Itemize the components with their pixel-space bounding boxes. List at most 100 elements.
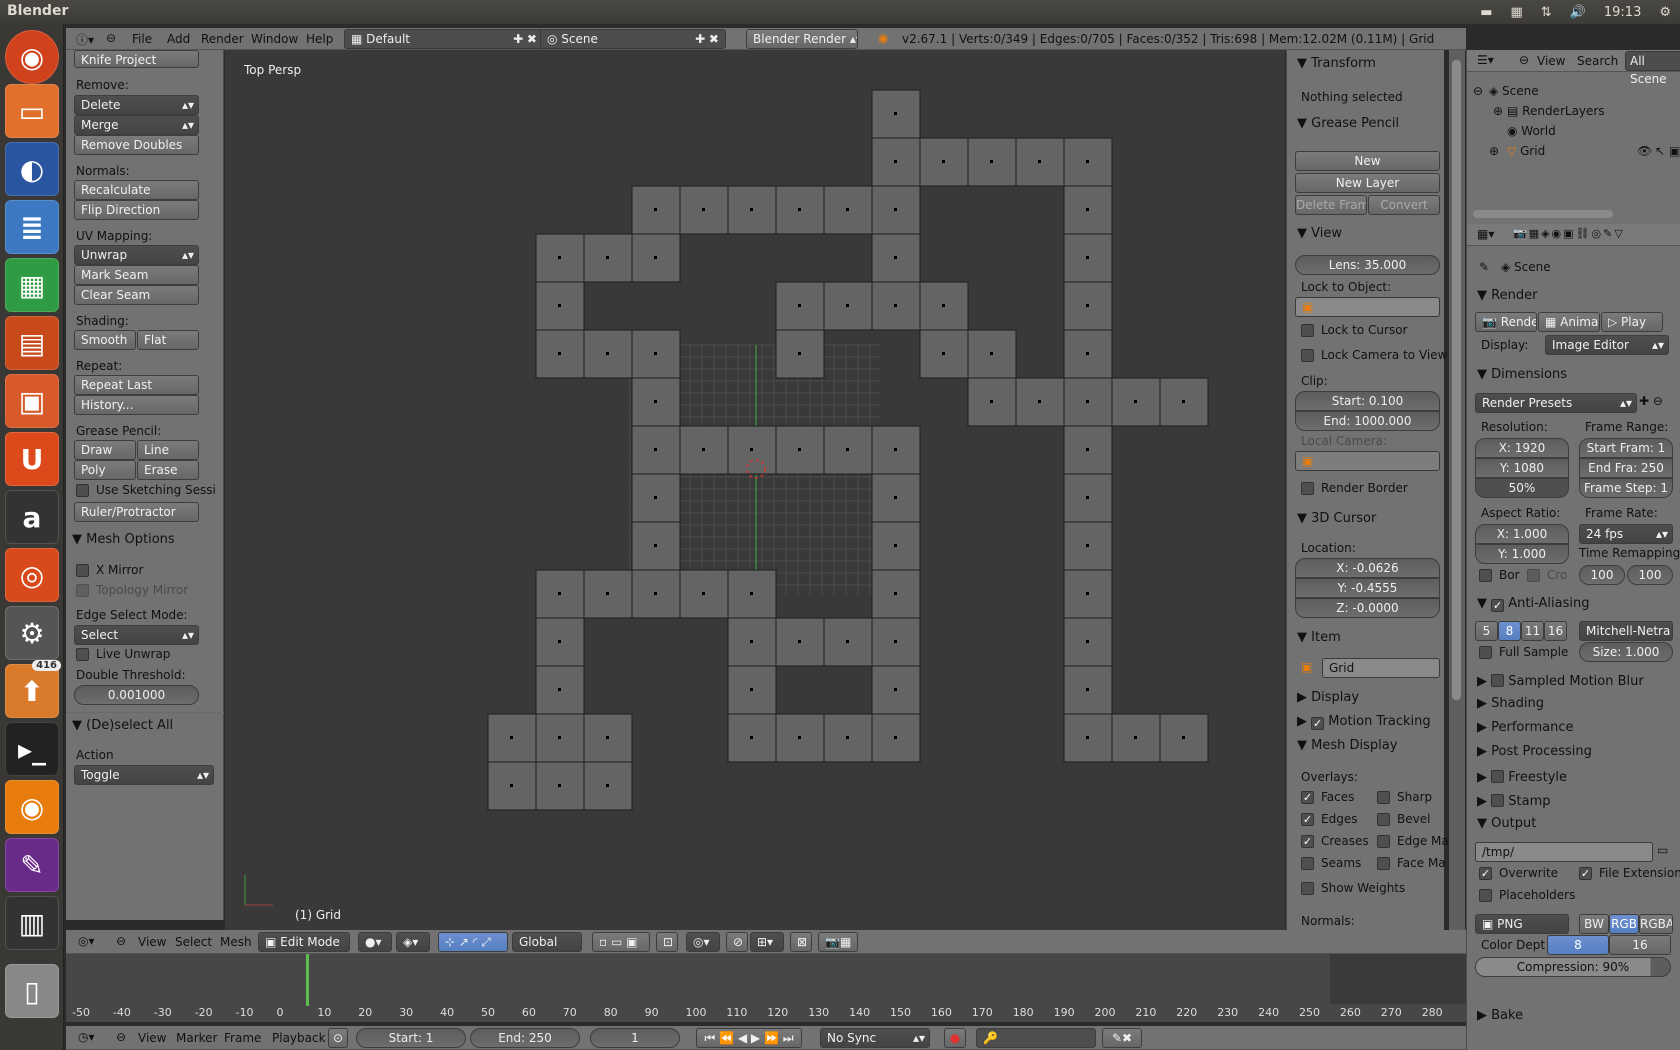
pivot-dropdown[interactable]: ◈▾ <box>396 932 430 952</box>
3d-cursor-header[interactable]: ▼ 3D Cursor <box>1297 511 1376 526</box>
scene-add-icon[interactable]: ✚ ✖ <box>695 30 719 48</box>
aa-16-button[interactable]: 16 <box>1544 621 1567 641</box>
aa-5-button[interactable]: 5 <box>1475 621 1498 641</box>
remap-old-field[interactable]: 100 <box>1579 565 1625 585</box>
render-camera-icon[interactable]: ▣ <box>1669 144 1680 158</box>
manipulator-buttons[interactable]: ⊹ ↗ ◜ ⤢ <box>438 932 508 952</box>
timeline-collapse-icon[interactable]: ⊖ <box>116 1030 126 1044</box>
volume-icon[interactable]: 🔊 <box>1570 5 1586 20</box>
unwrap-button[interactable]: Unwrap ▴▾ <box>74 245 199 265</box>
update-icon[interactable]: ⬆ 416 <box>5 660 61 718</box>
ubuntu-logo-icon[interactable]: ◉ <box>5 30 59 84</box>
start-frame-timeline-field[interactable]: Start: 1 <box>356 1028 466 1048</box>
overwrite-checkbox[interactable]: ✓ <box>1479 867 1492 880</box>
knife-project-button[interactable]: Knife Project <box>74 50 199 68</box>
record-icon[interactable]: ● <box>944 1028 966 1048</box>
ubuntu-one-icon[interactable]: U <box>5 432 59 486</box>
outliner-renderlayers[interactable]: ▤ RenderLayers <box>1507 104 1605 118</box>
full-sample-checkbox[interactable] <box>1479 646 1492 659</box>
end-frame-field[interactable]: End Fra: 250 <box>1579 458 1673 478</box>
border-checkbox[interactable] <box>1479 569 1492 582</box>
software-center-icon[interactable]: ▣ <box>5 374 59 428</box>
keyframe-insert-icons[interactable]: ✎✖ <box>1102 1028 1142 1048</box>
view3d-select-menu[interactable]: Select <box>175 935 212 949</box>
calc-icon[interactable]: ▦ <box>5 258 59 312</box>
edges-checkbox[interactable]: ✓ <box>1301 813 1314 826</box>
firefox-icon[interactable]: ◐ <box>5 142 59 196</box>
current-frame-marker[interactable] <box>306 954 309 1006</box>
cursor-z-field[interactable]: Z: -0.0000 <box>1295 598 1440 618</box>
current-frame-field[interactable]: 1 <box>590 1028 680 1048</box>
anti-aliasing-checkbox[interactable]: ✓ <box>1491 599 1505 612</box>
view3d-editor-icon[interactable]: ◎▾ <box>78 934 95 948</box>
end-frame-timeline-field[interactable]: End: 250 <box>470 1028 580 1048</box>
trash-icon[interactable]: ▯ <box>5 964 59 1018</box>
timeline[interactable]: -50 -40 -30 -20 -10 0 10 20 30 40 50 60 70 80 90 100 110… <box>66 954 1466 1022</box>
resolution-percent-field[interactable]: 50% <box>1475 478 1569 498</box>
info-editor-icon[interactable]: ⓘ▾ <box>76 31 94 48</box>
dimensions-header[interactable]: ▼ Dimensions <box>1477 367 1567 382</box>
outliner-editor-icon[interactable]: ☰▾ <box>1477 53 1494 67</box>
render-opengl-icons[interactable]: 📷▦ <box>818 932 858 952</box>
files-icon[interactable]: ▭ <box>5 84 59 138</box>
transform-header[interactable]: ▼ Transform <box>1297 56 1376 71</box>
music-icon[interactable]: ◎ <box>5 548 59 602</box>
blender-icon[interactable]: ◉ <box>5 780 59 834</box>
3d-viewport[interactable]: Top Persp (1) Grid <box>225 50 1285 930</box>
new-gp-button[interactable]: New <box>1295 151 1440 171</box>
live-unwrap-checkbox[interactable] <box>76 648 89 661</box>
start-frame-field[interactable]: Start Fram: 1 <box>1579 438 1673 458</box>
writer-icon[interactable]: ≣ <box>5 200 59 254</box>
view3d-collapse-icon[interactable]: ⊖ <box>116 934 126 948</box>
display-dropdown[interactable]: Image Editor ▴▾ <box>1545 335 1669 355</box>
props-scrollbar[interactable] <box>1449 50 1465 930</box>
clear-seam-button[interactable]: Clear Seam <box>74 285 199 305</box>
freestyle-header[interactable]: ▶ Freestyle <box>1477 768 1567 785</box>
edge-select-dropdown[interactable]: Select ▴▾ <box>74 625 199 645</box>
gear-icon[interactable]: ⚙ <box>1659 5 1671 20</box>
creases-checkbox[interactable]: ✓ <box>1301 835 1314 848</box>
timeline-playback-menu[interactable]: Playback <box>272 1031 326 1045</box>
outliner-collapse-icon[interactable]: ⊖ <box>1519 53 1529 67</box>
placeholders-checkbox[interactable] <box>1479 889 1492 902</box>
new-layer-button[interactable]: New Layer <box>1295 173 1440 193</box>
stamp-checkbox[interactable] <box>1491 794 1505 807</box>
cursor-y-field[interactable]: Y: -0.4555 <box>1295 578 1440 598</box>
select-arrow-icon[interactable]: ↖ <box>1655 144 1665 158</box>
sampled-motion-blur-header[interactable]: ▶ Sampled Motion Blur <box>1477 672 1644 689</box>
visibility-eye-icon[interactable]: 👁 <box>1637 144 1652 158</box>
rgb-button[interactable]: RGB <box>1609 914 1639 934</box>
flat-button[interactable]: Flat <box>137 330 199 350</box>
network-icon[interactable]: ⇅ <box>1541 5 1552 20</box>
pin-icon[interactable]: ✎ <box>1479 260 1489 274</box>
lock-camera-checkbox[interactable] <box>1301 349 1314 362</box>
double-threshold-field[interactable]: 0.001000 <box>74 685 199 705</box>
timeline-frame-menu[interactable]: Frame <box>224 1031 261 1045</box>
edge-marks-checkbox[interactable] <box>1377 835 1390 848</box>
motion-blur-checkbox[interactable] <box>1491 674 1505 687</box>
grease-pencil-header[interactable]: ▼ Grease Pencil <box>1297 116 1399 131</box>
mark-seam-button[interactable]: Mark Seam <box>74 265 199 285</box>
poly-button[interactable]: Poly <box>74 460 136 480</box>
toggle-dropdown[interactable]: Toggle ▴▾ <box>74 765 214 785</box>
snap-element-dropdown[interactable]: ⊞▾ <box>750 932 784 952</box>
mesh-options-header[interactable]: ▼ Mesh Options <box>72 532 175 547</box>
x-mirror-checkbox[interactable] <box>76 564 89 577</box>
clip-start-field[interactable]: Start: 0.100 <box>1295 391 1440 411</box>
bw-button[interactable]: BW <box>1579 914 1609 934</box>
proportional-dropdown[interactable]: ◎▾ <box>686 932 720 952</box>
ruler-button[interactable]: Ruler/Protractor <box>74 502 199 522</box>
keyboard-icon[interactable]: ▦ <box>1510 5 1522 20</box>
workspace-icon[interactable]: ▥ <box>5 896 59 950</box>
recalculate-button[interactable]: Recalculate <box>74 180 199 200</box>
item-name-field[interactable]: Grid <box>1322 658 1440 678</box>
aa-8-button[interactable]: 8 <box>1498 621 1521 641</box>
shading-header[interactable]: ▶ Shading <box>1477 696 1544 711</box>
performance-header[interactable]: ▶ Performance <box>1477 720 1574 735</box>
render-button[interactable]: 📷 Render <box>1475 312 1537 332</box>
scene-expand-icon[interactable]: ⊖ <box>1473 84 1483 98</box>
lock-cursor-checkbox[interactable] <box>1301 324 1314 337</box>
playback-controls[interactable]: ⏮ ⏪ ◀ ▶ ⏩ ⏭ <box>696 1028 802 1048</box>
aa-11-button[interactable]: 11 <box>1521 621 1544 641</box>
remap-new-field[interactable]: 100 <box>1627 565 1673 585</box>
